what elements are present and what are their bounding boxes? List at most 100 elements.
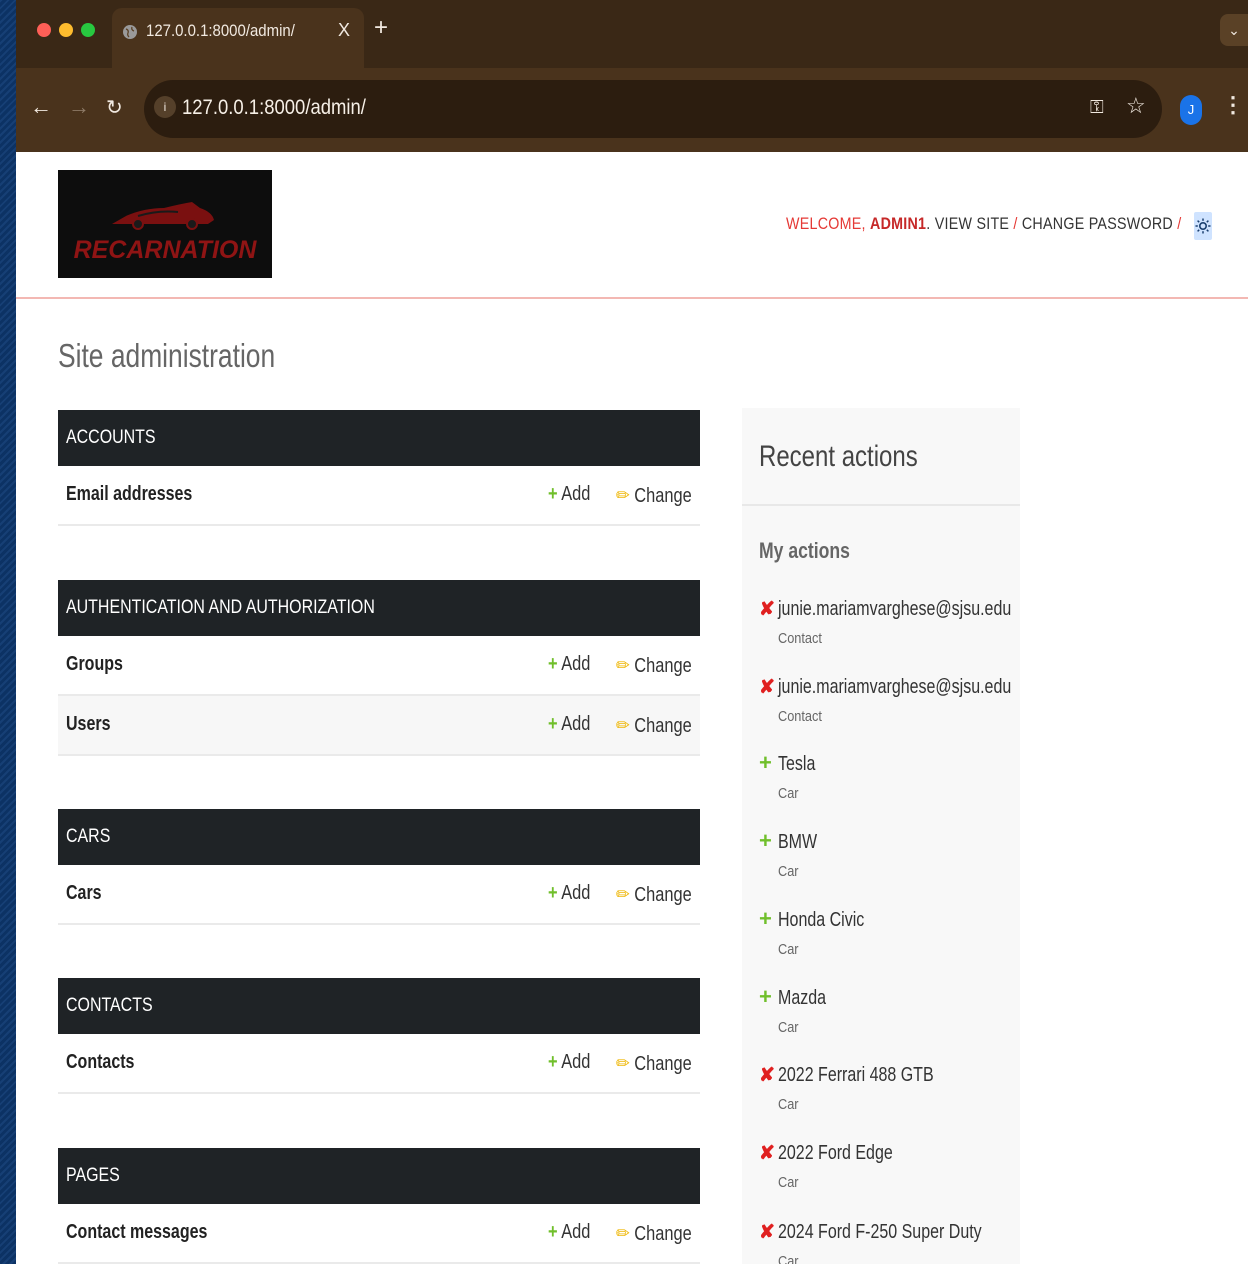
module-auth: AUTHENTICATION AND AUTHORIZATION Groups … <box>58 580 700 756</box>
plus-icon: + <box>548 882 558 904</box>
module-header[interactable]: ACCOUNTS <box>58 410 700 466</box>
back-arrow-icon[interactable]: ← <box>30 94 52 120</box>
forward-arrow-icon[interactable]: → <box>68 94 90 120</box>
action-object: 2022 Ford Edge <box>778 1142 893 1164</box>
close-window-button[interactable] <box>37 23 51 37</box>
model-link[interactable]: Groups <box>66 653 123 676</box>
action-content-type: Contact <box>778 630 822 647</box>
add-link[interactable]: + Add <box>548 713 590 736</box>
model-row-contacts: Contacts + Add ✏ Change <box>58 1034 700 1094</box>
action-object: junie.mariamvarghese@sjsu.edu <box>778 598 1012 620</box>
pencil-icon: ✏ <box>616 1053 630 1075</box>
plus-icon: + <box>759 984 772 1009</box>
action-object[interactable]: BMW <box>778 831 817 854</box>
site-logo[interactable]: RECARNATION <box>58 170 272 278</box>
model-row-contact-messages: Contact messages + Add ✏ Change <box>58 1204 700 1264</box>
action-object: junie.mariamvarghese@sjsu.edu <box>778 676 1012 698</box>
model-row-cars: Cars + Add ✏ Change <box>58 865 700 925</box>
change-password-link[interactable]: CHANGE PASSWORD <box>1022 214 1173 233</box>
delete-x-icon: ✘ <box>759 1143 775 1164</box>
module-header[interactable]: CONTACTS <box>58 978 700 1034</box>
url-text[interactable]: 127.0.0.1:8000/admin/ <box>182 96 366 120</box>
car-logo-icon <box>112 202 214 230</box>
delete-x-icon: ✘ <box>759 599 775 620</box>
change-link[interactable]: ✏ Change <box>616 483 692 508</box>
logo-text: RECARNATION <box>73 236 257 264</box>
module-cars: CARS Cars + Add ✏ Change <box>58 809 700 925</box>
plus-icon: + <box>548 1221 558 1243</box>
separator: / <box>1013 214 1018 233</box>
browser-toolbar: ← → ↻ i 127.0.0.1:8000/admin/ ⚿ ☆ <box>16 68 1248 152</box>
address-bar[interactable]: i 127.0.0.1:8000/admin/ ⚿ ☆ <box>144 80 1162 138</box>
action-content-type: Car <box>778 785 799 802</box>
reload-icon[interactable]: ↻ <box>106 95 123 120</box>
tab-search-chevron-icon[interactable]: ⌄ <box>1220 14 1248 46</box>
pencil-icon: ✏ <box>616 485 630 507</box>
model-link[interactable]: Contact messages <box>66 1221 207 1244</box>
more-menu-icon[interactable]: ⋮ <box>1222 92 1244 118</box>
recent-actions-title: Recent actions <box>759 440 918 473</box>
add-link[interactable]: + Add <box>548 1051 590 1074</box>
recent-actions-panel: Recent actions My actions ✘ junie.mariam… <box>742 408 1020 1264</box>
tab-close-icon[interactable]: X <box>338 20 350 41</box>
action-content-type: Car <box>778 1096 799 1113</box>
pencil-icon: ✏ <box>616 655 630 677</box>
bookmark-star-icon[interactable]: ☆ <box>1126 93 1146 119</box>
maximize-window-button[interactable] <box>81 23 95 37</box>
change-link[interactable]: ✏ Change <box>616 882 692 907</box>
module-pages: PAGES Contact messages + Add ✏ Change <box>58 1148 700 1264</box>
model-link[interactable]: Cars <box>66 882 102 905</box>
new-tab-button[interactable]: + <box>374 14 388 42</box>
view-site-link[interactable]: VIEW SITE <box>935 214 1009 233</box>
browser-tab[interactable]: 127.0.0.1:8000/admin/ X <box>112 8 364 68</box>
change-link[interactable]: ✏ Change <box>616 1221 692 1246</box>
model-link[interactable]: Contacts <box>66 1051 134 1074</box>
key-icon[interactable]: ⚿ <box>1090 97 1104 118</box>
action-content-type: Car <box>778 1019 799 1036</box>
action-object[interactable]: Mazda <box>778 987 826 1010</box>
add-link[interactable]: + Add <box>548 483 590 506</box>
action-content-type: Car <box>778 1253 799 1264</box>
browser-window: 127.0.0.1:8000/admin/ X + ⌄ ← → ↻ i 127.… <box>16 0 1248 1264</box>
action-object[interactable]: Tesla <box>778 753 815 776</box>
pencil-icon: ✏ <box>616 715 630 737</box>
sun-icon <box>1195 218 1211 234</box>
plus-icon: + <box>759 750 772 775</box>
module-header[interactable]: PAGES <box>58 1148 700 1204</box>
action-object[interactable]: Honda Civic <box>778 909 864 932</box>
module-header[interactable]: CARS <box>58 809 700 865</box>
globe-icon <box>123 25 137 39</box>
theme-toggle-button[interactable] <box>1194 212 1212 240</box>
module-accounts: ACCOUNTS Email addresses + Add ✏ Change <box>58 410 700 526</box>
module-header[interactable]: AUTHENTICATION AND AUTHORIZATION <box>58 580 700 636</box>
change-link[interactable]: ✏ Change <box>616 1051 692 1076</box>
tab-title: 127.0.0.1:8000/admin/ <box>146 21 295 40</box>
add-link[interactable]: + Add <box>548 1221 590 1244</box>
change-link[interactable]: ✏ Change <box>616 713 692 738</box>
username: ADMIN1 <box>870 214 927 233</box>
model-link[interactable]: Users <box>66 713 110 736</box>
action-object: 2024 Ford F-250 Super Duty <box>778 1221 982 1243</box>
delete-x-icon: ✘ <box>759 1222 775 1243</box>
admin-page: RECARNATION WELCOME, ADMIN1. VIEW SITE /… <box>16 152 1248 1264</box>
profile-avatar[interactable]: J <box>1180 95 1202 125</box>
welcome-text: WELCOME, <box>786 214 866 233</box>
module-contacts: CONTACTS Contacts + Add ✏ Change <box>58 978 700 1094</box>
delete-x-icon: ✘ <box>759 1065 775 1086</box>
plus-icon: + <box>548 1051 558 1073</box>
change-link[interactable]: ✏ Change <box>616 653 692 678</box>
site-info-icon[interactable]: i <box>154 96 176 118</box>
plus-icon: + <box>759 906 772 931</box>
page-title: Site administration <box>58 337 276 374</box>
plus-icon: + <box>548 713 558 735</box>
add-link[interactable]: + Add <box>548 653 590 676</box>
add-link[interactable]: + Add <box>548 882 590 905</box>
plus-icon: + <box>759 828 772 853</box>
delete-x-icon: ✘ <box>759 677 775 698</box>
pencil-icon: ✏ <box>616 1223 630 1245</box>
minimize-window-button[interactable] <box>59 23 73 37</box>
model-link[interactable]: Email addresses <box>66 483 192 506</box>
pencil-icon: ✏ <box>616 884 630 906</box>
divider <box>742 504 1020 506</box>
action-content-type: Car <box>778 1174 799 1191</box>
